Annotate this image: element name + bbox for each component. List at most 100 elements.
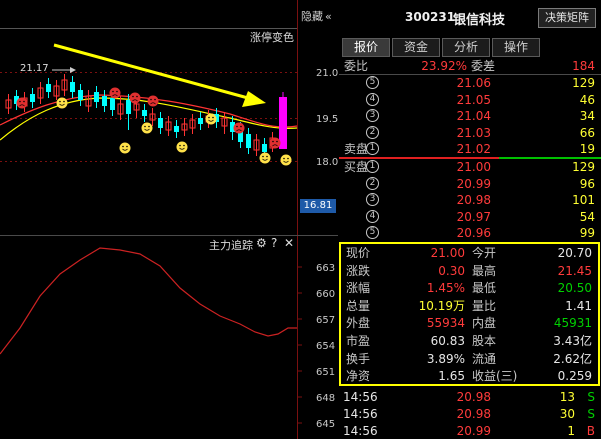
- level-index: 4: [366, 209, 379, 223]
- tab-operation[interactable]: 操作: [492, 38, 540, 57]
- ask-level-row[interactable]: 5 21.06 129: [339, 75, 601, 91]
- ask-level-row[interactable]: 2 21.03 66: [339, 125, 601, 141]
- stat-value: 2.62亿: [553, 351, 592, 366]
- stat-value: 3.43亿: [553, 334, 592, 348]
- indicator-tick: 663: [316, 263, 335, 274]
- stat-value: 20.50: [557, 281, 592, 296]
- candle-body: [30, 94, 35, 102]
- diff-label: 委差: [471, 59, 496, 73]
- bid-level-row[interactable]: 5 20.96 99: [339, 225, 601, 241]
- ratio-label: 委比: [344, 59, 369, 73]
- decision-matrix-button[interactable]: 决策矩阵: [538, 8, 596, 28]
- stat-value: 45931: [553, 316, 592, 331]
- level-volume: 19: [579, 142, 595, 156]
- stock-name: 银信科技: [453, 13, 506, 28]
- stat-label: 今开: [472, 246, 497, 260]
- indicator-chart[interactable]: 663 660 657 654 651 648 645: [0, 236, 338, 439]
- candle-body: [110, 98, 115, 110]
- level-price: 20.99: [456, 176, 491, 191]
- level-price: 20.96: [456, 226, 491, 240]
- level-index: 4: [366, 92, 379, 106]
- stat-value: 3.89%: [426, 351, 465, 366]
- stats-box: 现价 21.00 今开 20.70 涨跌 0.30 最高 21.45 涨幅 1.45% 最低 20.5…: [339, 242, 600, 386]
- angry-face-icon: [16, 97, 28, 109]
- ask-level-row[interactable]: 3 21.04 34: [339, 108, 601, 124]
- tab-label: 分析: [453, 40, 478, 54]
- level-index: 5: [366, 226, 379, 239]
- ratio-value: 23.92%: [421, 59, 467, 73]
- stat-row: 换手 3.89% 流通 2.62亿: [344, 351, 596, 368]
- level-volume: 34: [579, 109, 595, 123]
- stat-value: 20.70: [557, 246, 592, 260]
- hide-panel-button[interactable]: 隐藏 «: [297, 8, 339, 26]
- candle-body: [102, 96, 107, 106]
- quote-panel: 300231 银信科技 决策矩阵 报价 资金 分析 操作 委比 23.92% 委…: [339, 0, 601, 439]
- bid-level-label: 买盘: [344, 160, 369, 174]
- kline-chart-panel[interactable]: 21.0 19.5 18.0 涨停变色 21.17 隐藏 « 16.81: [0, 0, 338, 235]
- tick-price: 20.98: [456, 390, 491, 404]
- bid-level-row[interactable]: 买盘 1 21.00 129: [339, 159, 601, 175]
- level-index: 1: [366, 160, 379, 173]
- ask-level-row[interactable]: 卖盘 1 21.02 19: [339, 141, 601, 157]
- tab-quote[interactable]: 报价: [342, 38, 390, 57]
- stat-label: 内盘: [472, 316, 497, 331]
- help-icon[interactable]: ?: [271, 236, 277, 250]
- level-price: 21.06: [456, 76, 491, 90]
- collapse-icon: «: [325, 10, 332, 23]
- indicator-name[interactable]: 涨停变色: [250, 29, 294, 45]
- smiley-face-icon: [176, 141, 188, 153]
- tab-analysis[interactable]: 分析: [442, 38, 490, 57]
- stat-label: 现价: [346, 246, 371, 260]
- close-icon[interactable]: ✕: [284, 236, 294, 250]
- stat-value: 60.83: [430, 334, 465, 348]
- stat-value: 0.259: [557, 369, 592, 384]
- current-price-value: 16.81: [303, 200, 333, 211]
- stat-label: 外盘: [346, 316, 371, 331]
- stat-row: 市盈 60.83 股本 3.43亿: [344, 333, 596, 350]
- tick-volume: 30: [559, 407, 575, 421]
- candle-body: [246, 134, 251, 148]
- tab-label: 报价: [353, 40, 378, 54]
- candle-body: [174, 126, 179, 132]
- indicator-tick: 648: [316, 393, 335, 404]
- price-tick: 18.0: [316, 157, 338, 168]
- indicator-panel[interactable]: 663 660 657 654 651 648 645 主力追踪 ⚙ ? ✕: [0, 236, 338, 439]
- level-volume: 129: [572, 160, 595, 174]
- indicator-tick: 651: [316, 367, 335, 378]
- indicator-tick: 657: [316, 315, 335, 326]
- decision-matrix-label: 决策矩阵: [545, 11, 589, 24]
- angry-face-icon: [129, 92, 141, 104]
- tick-volume: 1: [567, 424, 575, 438]
- hide-label: 隐藏: [301, 10, 323, 23]
- level-index: 3: [366, 109, 379, 122]
- bid-level-row[interactable]: 2 20.99 96: [339, 176, 601, 192]
- bid-level-row[interactable]: 3 20.98 101: [339, 192, 601, 208]
- level-price: 21.00: [456, 160, 491, 174]
- stock-header: 300231 银信科技 决策矩阵: [339, 8, 601, 30]
- stat-row: 净资 1.65 收益(三) 0.259: [344, 368, 596, 385]
- current-price-tag: 16.81: [300, 199, 336, 213]
- ask-level-row[interactable]: 4 21.05 46: [339, 92, 601, 108]
- limit-up-candle: [279, 97, 287, 149]
- level-index: 2: [366, 125, 379, 139]
- indicator-tick: 654: [316, 341, 335, 352]
- tab-funds[interactable]: 资金: [392, 38, 440, 57]
- stat-value: 1.65: [438, 369, 465, 384]
- gear-icon[interactable]: ⚙: [256, 236, 267, 250]
- order-ratio-row: 委比 23.92% 委差 184: [339, 58, 601, 74]
- level-volume: 101: [572, 193, 595, 207]
- level-price: 21.03: [456, 125, 491, 140]
- candle-body: [126, 100, 131, 114]
- lower-indicator-name[interactable]: 主力追踪: [209, 237, 253, 253]
- smiley-face-icon: [56, 97, 68, 109]
- angry-face-icon: [147, 95, 159, 107]
- stat-row: 涨跌 0.30 最高 21.45: [344, 263, 596, 280]
- level-volume: 99: [579, 226, 595, 240]
- trend-arrow: [53, 43, 249, 100]
- candle-body: [78, 90, 83, 100]
- angry-face-icon: [269, 137, 281, 149]
- bid-level-row[interactable]: 4 20.97 54: [339, 209, 601, 225]
- level-index: 3: [366, 193, 379, 206]
- stat-label: 最低: [472, 281, 497, 296]
- tab-label: 操作: [503, 40, 528, 54]
